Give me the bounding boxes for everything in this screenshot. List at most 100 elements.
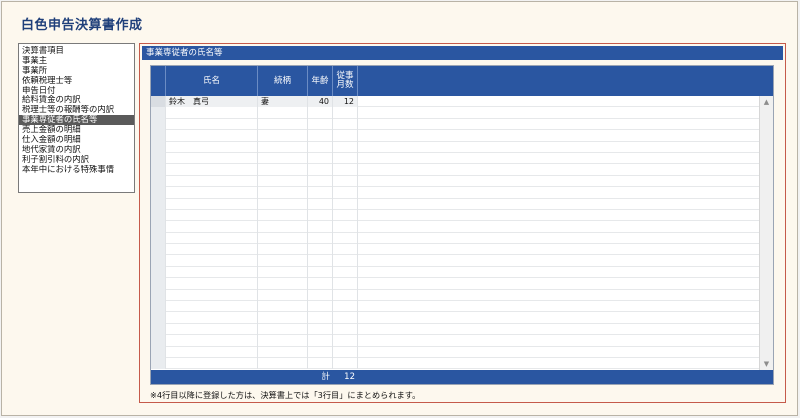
cell-name[interactable] bbox=[166, 130, 258, 142]
table-row[interactable] bbox=[151, 152, 759, 165]
cell-months[interactable] bbox=[333, 312, 358, 324]
cell-name[interactable] bbox=[166, 266, 258, 279]
cell-name[interactable] bbox=[166, 209, 258, 222]
table-row[interactable] bbox=[151, 301, 759, 313]
cell-months[interactable] bbox=[333, 198, 358, 210]
table-row[interactable] bbox=[151, 164, 759, 176]
cell-age[interactable] bbox=[308, 107, 333, 119]
cell-name[interactable] bbox=[166, 198, 258, 210]
cell-relation[interactable] bbox=[258, 301, 308, 313]
cell-months[interactable] bbox=[333, 323, 358, 336]
cell-months[interactable] bbox=[333, 130, 358, 142]
cell-name[interactable] bbox=[166, 175, 258, 188]
cell-relation[interactable] bbox=[258, 141, 308, 153]
table-row[interactable] bbox=[151, 187, 759, 199]
table-row[interactable] bbox=[151, 266, 759, 279]
table-row[interactable] bbox=[151, 312, 759, 324]
cell-age[interactable] bbox=[308, 164, 333, 176]
cell-relation[interactable] bbox=[258, 323, 308, 336]
cell-age[interactable] bbox=[308, 152, 333, 165]
cell-months[interactable] bbox=[333, 164, 358, 176]
table-row[interactable] bbox=[151, 141, 759, 153]
cell-age[interactable] bbox=[308, 335, 333, 347]
cell-months[interactable] bbox=[333, 152, 358, 165]
sidebar-item[interactable]: 決算書項目 bbox=[19, 46, 134, 56]
cell-relation[interactable]: 妻 bbox=[258, 96, 308, 108]
cell-name[interactable] bbox=[166, 118, 258, 131]
cell-relation[interactable] bbox=[258, 255, 308, 267]
cell-age[interactable] bbox=[308, 346, 333, 358]
cell-months[interactable] bbox=[333, 175, 358, 188]
cell-relation[interactable] bbox=[258, 266, 308, 279]
cell-months[interactable] bbox=[333, 255, 358, 267]
cell-relation[interactable] bbox=[258, 198, 308, 210]
table-row[interactable] bbox=[151, 323, 759, 336]
cell-months[interactable] bbox=[333, 141, 358, 153]
cell-months[interactable] bbox=[333, 209, 358, 222]
table-row[interactable] bbox=[151, 346, 759, 358]
sidebar-item[interactable]: 申告日付 bbox=[19, 86, 134, 96]
sidebar-item[interactable]: 地代家賃の内訳 bbox=[19, 145, 134, 155]
cell-age[interactable] bbox=[308, 357, 333, 370]
cell-relation[interactable] bbox=[258, 175, 308, 188]
table-row[interactable] bbox=[151, 130, 759, 142]
cell-months[interactable] bbox=[333, 266, 358, 279]
cell-age[interactable] bbox=[308, 289, 333, 302]
sidebar-item[interactable]: 事業所 bbox=[19, 66, 134, 76]
cell-age[interactable]: 40 bbox=[308, 96, 333, 108]
table-row[interactable] bbox=[151, 118, 759, 131]
sidebar-item[interactable]: 本年中における特殊事情 bbox=[19, 165, 134, 175]
sidebar-item[interactable]: 事業主 bbox=[19, 56, 134, 66]
cell-months[interactable] bbox=[333, 289, 358, 302]
sidebar-item[interactable]: 売上金額の明細 bbox=[19, 125, 134, 135]
cell-relation[interactable] bbox=[258, 278, 308, 290]
cell-age[interactable] bbox=[308, 175, 333, 188]
cell-name[interactable] bbox=[166, 335, 258, 347]
cell-months[interactable] bbox=[333, 118, 358, 131]
sidebar-item[interactable]: 依頼税理士等 bbox=[19, 76, 134, 86]
cell-relation[interactable] bbox=[258, 244, 308, 256]
cell-name[interactable] bbox=[166, 312, 258, 324]
table-row[interactable] bbox=[151, 244, 759, 256]
table-row[interactable] bbox=[151, 209, 759, 222]
cell-months[interactable] bbox=[333, 187, 358, 199]
cell-relation[interactable] bbox=[258, 107, 308, 119]
cell-name[interactable] bbox=[166, 346, 258, 358]
vertical-scrollbar[interactable]: ▲ ▼ bbox=[759, 96, 773, 370]
cell-name[interactable] bbox=[166, 357, 258, 370]
cell-name[interactable] bbox=[166, 289, 258, 302]
table-row[interactable] bbox=[151, 232, 759, 245]
cell-age[interactable] bbox=[308, 187, 333, 199]
cell-months[interactable] bbox=[333, 107, 358, 119]
cell-months[interactable] bbox=[333, 357, 358, 370]
cell-months[interactable] bbox=[333, 244, 358, 256]
cell-age[interactable] bbox=[308, 244, 333, 256]
cell-months[interactable] bbox=[333, 346, 358, 358]
sidebar-item[interactable]: 税理士等の報酬等の内訳 bbox=[19, 105, 134, 115]
sidebar-item[interactable]: 仕入金額の明細 bbox=[19, 135, 134, 145]
table-row[interactable] bbox=[151, 175, 759, 188]
cell-age[interactable] bbox=[308, 130, 333, 142]
cell-name[interactable] bbox=[166, 141, 258, 153]
cell-name[interactable] bbox=[166, 301, 258, 313]
cell-name[interactable] bbox=[166, 187, 258, 199]
cell-age[interactable] bbox=[308, 141, 333, 153]
cell-age[interactable] bbox=[308, 301, 333, 313]
table-row[interactable] bbox=[151, 107, 759, 119]
cell-name[interactable] bbox=[166, 164, 258, 176]
cell-name[interactable]: 鈴木 真弓 bbox=[166, 96, 258, 108]
cell-relation[interactable] bbox=[258, 346, 308, 358]
cell-months[interactable] bbox=[333, 301, 358, 313]
table-row[interactable]: 鈴木 真弓妻 40 12 bbox=[151, 96, 759, 108]
cell-age[interactable] bbox=[308, 312, 333, 324]
cell-age[interactable] bbox=[308, 118, 333, 131]
cell-age[interactable] bbox=[308, 266, 333, 279]
table-row[interactable] bbox=[151, 289, 759, 302]
cell-name[interactable] bbox=[166, 152, 258, 165]
cell-name[interactable] bbox=[166, 255, 258, 267]
cell-name[interactable] bbox=[166, 221, 258, 233]
cell-age[interactable] bbox=[308, 278, 333, 290]
cell-months[interactable]: 12 bbox=[333, 96, 358, 108]
table-row[interactable] bbox=[151, 335, 759, 347]
sidebar-item[interactable]: 給料賃金の内訳 bbox=[19, 95, 134, 105]
